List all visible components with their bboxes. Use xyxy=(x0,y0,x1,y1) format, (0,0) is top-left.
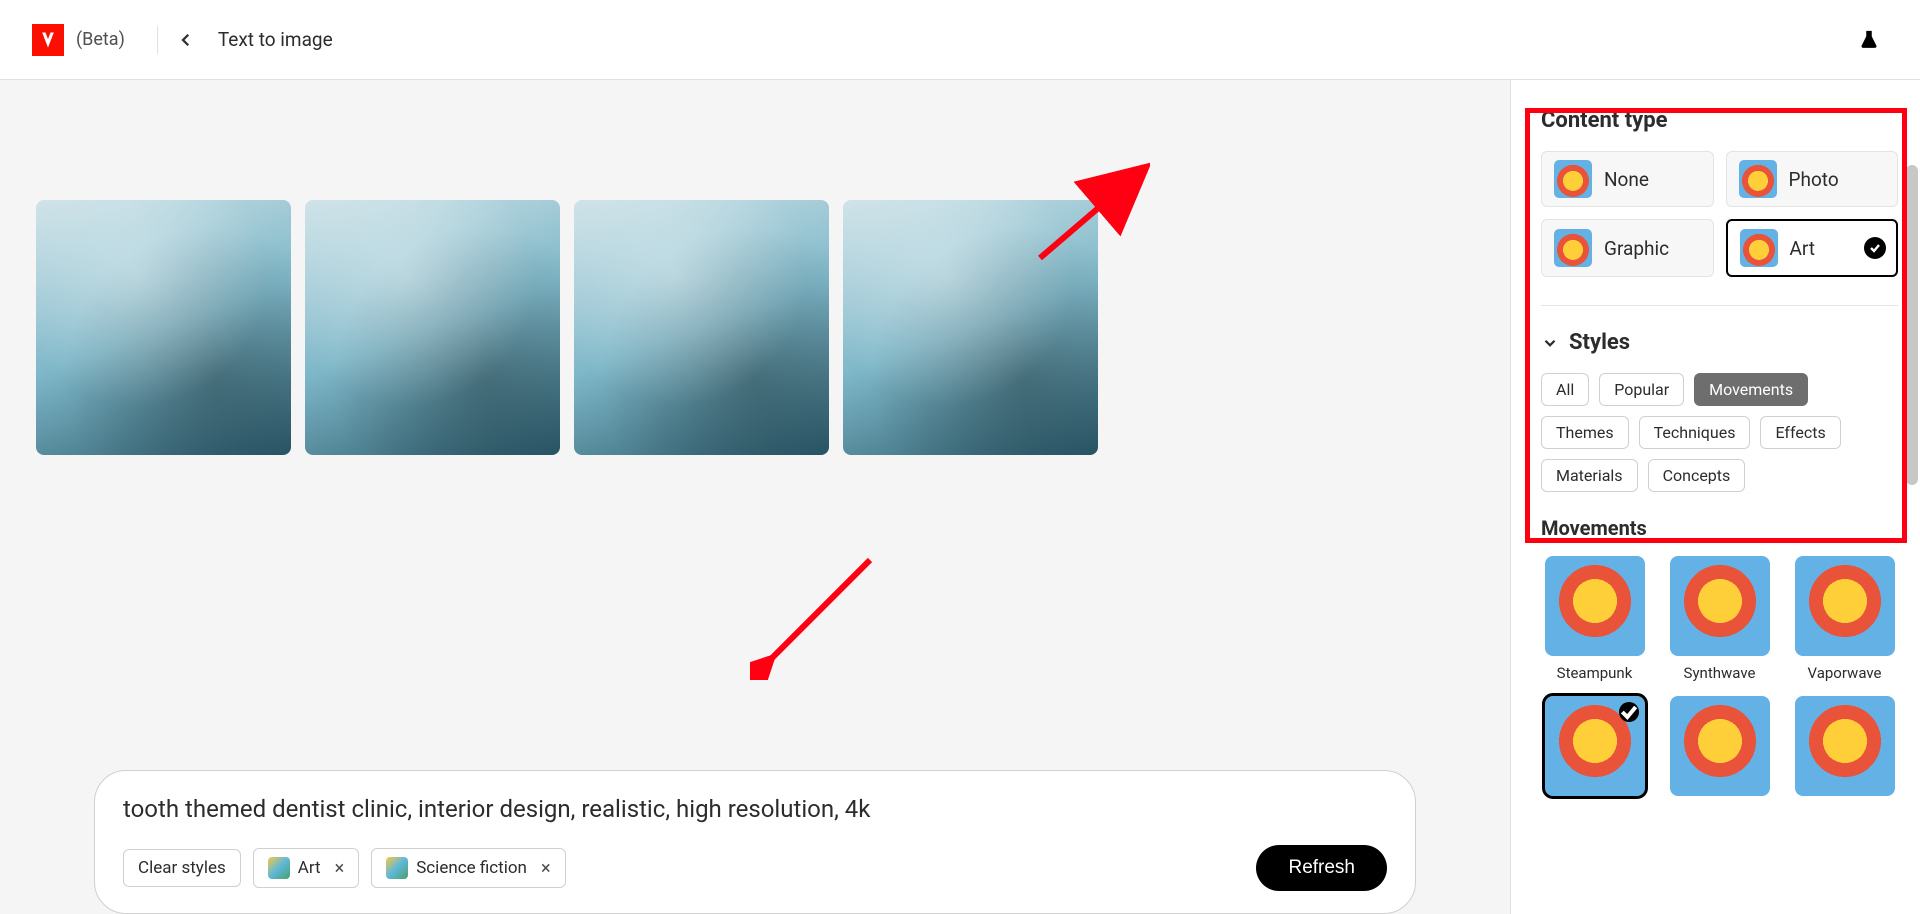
result-image-3[interactable] xyxy=(574,200,829,455)
beta-label: (Beta) xyxy=(76,29,125,50)
style-chip-art[interactable]: Art × xyxy=(253,848,359,888)
style-label: Steampunk xyxy=(1557,664,1633,682)
style-item-5[interactable] xyxy=(1666,696,1773,796)
clear-styles-label: Clear styles xyxy=(138,858,226,878)
result-image-2[interactable] xyxy=(305,200,560,455)
style-vaporwave[interactable]: Vaporwave xyxy=(1791,556,1898,682)
style-thumb xyxy=(1670,696,1770,796)
check-icon xyxy=(1864,237,1886,259)
filter-materials[interactable]: Materials xyxy=(1541,459,1638,492)
adobe-logo xyxy=(32,24,64,56)
style-thumb xyxy=(1545,556,1645,656)
filter-movements[interactable]: Movements xyxy=(1694,373,1808,406)
filter-effects[interactable]: Effects xyxy=(1760,416,1840,449)
content-type-thumb xyxy=(1740,229,1778,267)
prompt-area: tooth themed dentist clinic, interior de… xyxy=(36,770,1474,914)
style-item-4[interactable] xyxy=(1541,696,1648,796)
style-thumb xyxy=(1545,696,1645,796)
chevron-down-icon xyxy=(1541,334,1559,352)
content-type-thumb xyxy=(1554,160,1592,198)
movements-title: Movements xyxy=(1541,516,1898,540)
content-type-label: Photo xyxy=(1789,168,1839,191)
divider xyxy=(157,26,158,54)
check-icon xyxy=(1619,702,1639,722)
style-label: Vaporwave xyxy=(1807,664,1881,682)
filter-popular[interactable]: Popular xyxy=(1599,373,1684,406)
style-thumb xyxy=(1795,556,1895,656)
content-type-label: None xyxy=(1604,168,1649,191)
styles-header[interactable]: Styles xyxy=(1541,330,1898,355)
divider xyxy=(1541,305,1898,306)
content-type-label: Art xyxy=(1790,237,1816,260)
page-title: Text to image xyxy=(218,28,333,51)
prompt-box: tooth themed dentist clinic, interior de… xyxy=(94,770,1416,914)
content-type-art[interactable]: Art xyxy=(1726,219,1899,277)
scrollbar-thumb[interactable] xyxy=(1906,165,1918,485)
chips-row: Clear styles Art × Science fiction × Ref… xyxy=(123,845,1387,891)
styles-title: Styles xyxy=(1569,330,1630,355)
style-thumb xyxy=(1670,556,1770,656)
prompt-text[interactable]: tooth themed dentist clinic, interior de… xyxy=(123,795,1387,823)
result-image-4[interactable] xyxy=(843,200,1098,455)
result-image-1[interactable] xyxy=(36,200,291,455)
close-icon[interactable]: × xyxy=(335,858,345,879)
left-pane: tooth themed dentist clinic, interior de… xyxy=(0,80,1510,914)
filter-themes[interactable]: Themes xyxy=(1541,416,1629,449)
style-thumb xyxy=(1795,696,1895,796)
content-type-graphic[interactable]: Graphic xyxy=(1541,219,1714,277)
style-item-6[interactable] xyxy=(1791,696,1898,796)
content-type-grid: None Photo Graphic Art xyxy=(1541,151,1898,277)
style-synthwave[interactable]: Synthwave xyxy=(1666,556,1773,682)
filter-techniques[interactable]: Techniques xyxy=(1639,416,1751,449)
style-steampunk[interactable]: Steampunk xyxy=(1541,556,1648,682)
refresh-button[interactable]: Refresh xyxy=(1256,845,1387,891)
filter-row: All Popular Movements Themes Techniques … xyxy=(1541,373,1898,492)
content-type-title: Content type xyxy=(1541,108,1898,133)
chip-icon xyxy=(268,857,290,879)
close-icon[interactable]: × xyxy=(541,858,551,879)
annotation-arrow-2 xyxy=(750,550,880,680)
main-content: tooth themed dentist clinic, interior de… xyxy=(0,80,1920,914)
content-type-thumb xyxy=(1554,229,1592,267)
beaker-icon[interactable] xyxy=(1858,29,1880,51)
style-grid: Steampunk Synthwave Vaporwave xyxy=(1541,556,1898,796)
content-type-none[interactable]: None xyxy=(1541,151,1714,207)
content-type-thumb xyxy=(1739,160,1777,198)
right-panel: Content type None Photo Graphic Art xyxy=(1510,80,1920,914)
content-type-label: Graphic xyxy=(1604,237,1669,260)
style-chip-scifi[interactable]: Science fiction × xyxy=(371,848,565,888)
chip-label: Art xyxy=(298,858,321,878)
right-panel-scroll: Content type None Photo Graphic Art xyxy=(1511,80,1920,914)
filter-all[interactable]: All xyxy=(1541,373,1589,406)
results-row xyxy=(36,200,1474,455)
filter-concepts[interactable]: Concepts xyxy=(1648,459,1746,492)
content-type-photo[interactable]: Photo xyxy=(1726,151,1899,207)
header-bar: (Beta) Text to image xyxy=(0,0,1920,80)
chip-icon xyxy=(386,857,408,879)
style-label: Synthwave xyxy=(1684,664,1756,682)
back-button[interactable] xyxy=(174,28,198,52)
clear-styles-chip[interactable]: Clear styles xyxy=(123,849,241,887)
chip-label: Science fiction xyxy=(416,858,527,878)
